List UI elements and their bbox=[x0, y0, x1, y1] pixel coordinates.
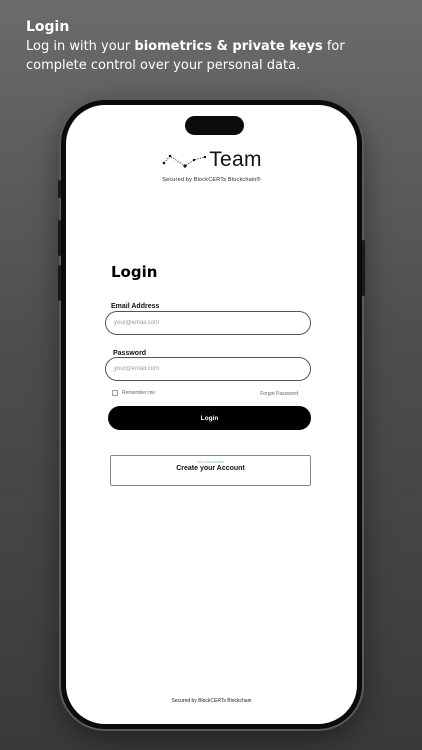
phone-frame: Team Secured by BlockCERTs Blockchain® L… bbox=[58, 100, 365, 729]
promo-description: Log in with your biometrics & private ke… bbox=[26, 37, 406, 75]
phone-volume-up bbox=[58, 220, 61, 256]
promo-header: Login Log in with your biometrics & priv… bbox=[26, 18, 406, 75]
password-field[interactable] bbox=[105, 357, 311, 381]
remember-me[interactable]: Remember me bbox=[112, 390, 155, 396]
email-field[interactable] bbox=[105, 311, 311, 335]
dynamic-island bbox=[185, 116, 244, 135]
promo-text-bold: biometrics & private keys bbox=[134, 39, 323, 54]
phone-power-button bbox=[362, 240, 365, 296]
phone-volume-down bbox=[58, 265, 61, 301]
email-label: Email Address bbox=[111, 303, 160, 310]
app-logo: Team Secured by BlockCERTs Blockchain® bbox=[66, 148, 357, 184]
login-button[interactable]: Login bbox=[108, 406, 311, 430]
remember-me-label: Remember me bbox=[122, 390, 156, 396]
phone-screen: Team Secured by BlockCERTs Blockchain® L… bbox=[66, 105, 357, 724]
logo-wordmark: Team bbox=[209, 148, 262, 171]
forgot-password-link[interactable]: Forgot Password bbox=[260, 391, 298, 397]
password-label: Password bbox=[113, 350, 147, 357]
logo-subtitle: Secured by BlockCERTs Blockchain® bbox=[162, 177, 261, 183]
login-heading: Login bbox=[111, 263, 158, 281]
create-account-button[interactable]: New to BlockCERTs Create your Account bbox=[110, 455, 311, 486]
promo-text-prefix: Log in with your bbox=[26, 39, 135, 54]
phone-mute-switch bbox=[58, 180, 61, 198]
footer-text: Secured by BlockCERTs Blockchain bbox=[171, 698, 252, 704]
network-logo-icon bbox=[162, 154, 207, 168]
create-account-hint: New to BlockCERTs bbox=[197, 460, 224, 464]
promo-title: Login bbox=[26, 19, 70, 35]
remember-me-checkbox[interactable] bbox=[112, 390, 118, 396]
create-account-label: Create your Account bbox=[176, 465, 245, 472]
